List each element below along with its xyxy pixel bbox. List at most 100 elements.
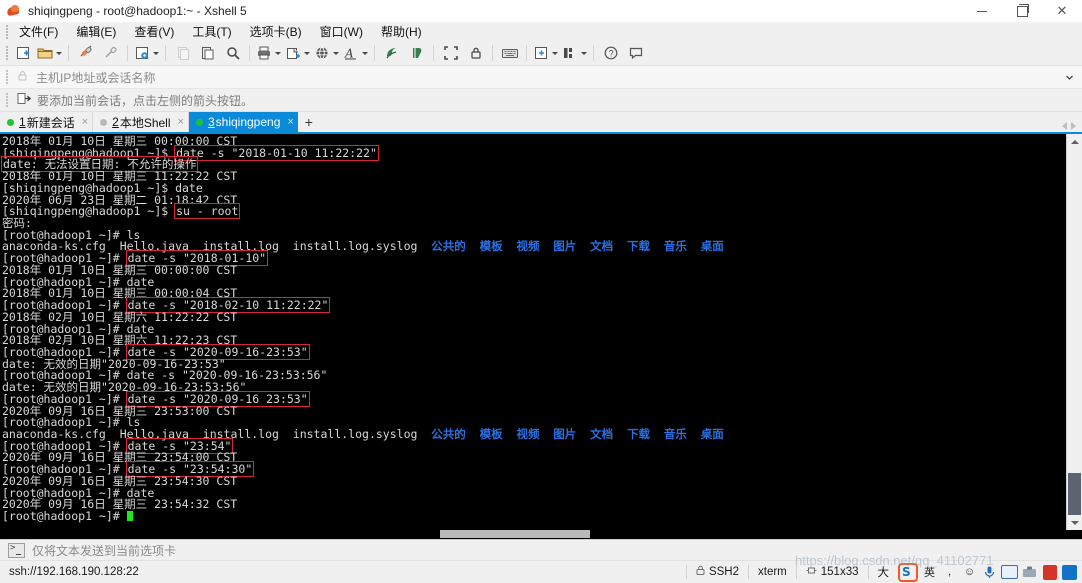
chevron-down-icon (333, 51, 339, 55)
tab-local-shell[interactable]: 2 本地Shell × (93, 112, 189, 132)
ime-skin-icon[interactable] (1041, 564, 1058, 581)
tab-label: 新建会话 (26, 115, 75, 130)
main-toolbar: A ? (0, 41, 1082, 65)
address-bar[interactable]: 主机IP地址或会话名称 (0, 65, 1082, 88)
menu-bar: 文件(F) 编辑(E) 查看(V) 工具(T) 选项卡(B) 窗口(W) 帮助(… (0, 23, 1082, 41)
menu-help[interactable]: 帮助(H) (372, 23, 431, 41)
xagent-icon[interactable] (404, 42, 429, 64)
scroll-down-icon[interactable] (1067, 515, 1082, 530)
tab-scroll-right-icon[interactable] (1071, 122, 1076, 130)
hint-text: 要添加当前会话，点击左侧的箭头按钮。 (37, 93, 254, 108)
close-button[interactable]: ✕ (1042, 0, 1082, 22)
xftp-icon[interactable] (379, 42, 404, 64)
toolbar-separator (433, 45, 434, 61)
terminal-line: 2020年 09月 16日 星期三 23:53:00 CST (2, 405, 1066, 418)
terminal-line: 2020年 09月 16日 星期三 23:54:32 CST (2, 498, 1066, 511)
terminal-line: [root@hadoop1 ~]# (2, 509, 1066, 523)
toolbar-grip[interactable] (3, 46, 10, 60)
hscrollbar-thumb[interactable] (440, 530, 590, 538)
tab-shiqingpeng[interactable]: 3 shiqingpeng × (188, 112, 298, 132)
toolbar-separator (593, 45, 594, 61)
send-bar-text: 仅将文本发送到当前选项卡 (32, 543, 177, 558)
disconnect-icon[interactable] (98, 42, 123, 64)
scrollbar-thumb[interactable] (1068, 473, 1081, 515)
chevron-down-icon (56, 51, 62, 55)
status-extra: 大 (877, 567, 890, 579)
lock-icon[interactable] (463, 42, 488, 64)
connection-url: ssh://192.168.190.128:22 (9, 566, 139, 578)
print-icon[interactable] (254, 42, 283, 64)
terminal-line: 2018年 01月 10日 星期三 00:00:00 CST (2, 264, 1066, 277)
send-to-tab-bar[interactable]: 仅将文本发送到当前选项卡 (0, 539, 1082, 560)
menu-window[interactable]: 窗口(W) (311, 23, 372, 41)
copy-paste-icon[interactable] (170, 42, 195, 64)
ime-voice-icon[interactable] (981, 564, 998, 581)
directory-names: 公共的 模板 视频 图片 文档 下载 音乐 桌面 (431, 239, 724, 254)
terminal-output[interactable]: 2018年 01月 10日 星期三 00:00:00 CST [shiqingpe… (0, 134, 1066, 530)
tab-status-dot (100, 118, 108, 126)
add-session-icon[interactable] (17, 92, 32, 108)
window-title: shiqingpeng - root@hadoop1:~ - Xshell 5 (28, 4, 247, 18)
open-folder-icon[interactable] (35, 42, 64, 64)
menu-view[interactable]: 查看(V) (125, 23, 183, 41)
paste-icon[interactable] (195, 42, 220, 64)
chevron-down-icon (275, 51, 281, 55)
close-icon[interactable]: × (178, 116, 184, 128)
tab-index: 1 (19, 115, 26, 129)
terminal-hscrollbar[interactable] (0, 530, 1082, 539)
minimize-button[interactable] (962, 0, 1002, 22)
chevron-down-icon (304, 51, 310, 55)
chevron-down-icon (362, 51, 368, 55)
title-bar: shiqingpeng - root@hadoop1:~ - Xshell 5 … (0, 0, 1082, 23)
scrollbar-track[interactable] (1067, 149, 1082, 515)
maximize-button[interactable] (1002, 0, 1042, 22)
menu-tabs[interactable]: 选项卡(B) (241, 23, 311, 41)
ime-emoji-icon[interactable]: ☺ (961, 564, 978, 581)
ime-keyboard-icon[interactable] (1001, 564, 1018, 581)
new-tab-button[interactable]: + (298, 112, 320, 132)
keyboard-icon[interactable] (497, 42, 522, 64)
help-icon[interactable]: ? (598, 42, 623, 64)
status-protocol-label: SSH2 (708, 566, 740, 578)
connect-icon[interactable] (73, 42, 98, 64)
address-input[interactable]: 主机IP地址或会话名称 (36, 69, 1060, 86)
toolbar-separator (526, 45, 527, 61)
close-icon[interactable]: × (287, 116, 293, 128)
tab-status-dot (7, 118, 14, 126)
chevron-down-icon (153, 51, 159, 55)
globe-icon[interactable] (312, 42, 341, 64)
font-icon[interactable]: A (341, 42, 370, 64)
arrange-icon[interactable] (560, 42, 589, 64)
session-properties-icon[interactable] (132, 42, 161, 64)
ime-lang-icon[interactable]: 英 (921, 564, 938, 581)
menu-tools[interactable]: 工具(T) (183, 23, 240, 41)
ime-toolbox-icon[interactable] (1021, 564, 1038, 581)
scroll-up-icon[interactable] (1067, 134, 1082, 149)
menu-file[interactable]: 文件(F) (10, 23, 67, 41)
ime-punct-icon[interactable]: , (941, 564, 958, 581)
find-icon[interactable] (220, 42, 245, 64)
fullscreen-icon[interactable] (438, 42, 463, 64)
status-size-label: 151x33 (820, 566, 859, 578)
address-bar-grip[interactable] (3, 70, 10, 84)
hint-bar-grip[interactable] (3, 93, 10, 107)
status-right-group: SSH2 xterm 151x33 大 S 英 , ☺ (685, 561, 1082, 583)
terminal-text: [root@hadoop1 ~]# (2, 509, 127, 523)
chevron-down-icon[interactable] (1060, 67, 1078, 87)
hint-bar: 要添加当前会话，点击左侧的箭头按钮。 (0, 88, 1082, 112)
tab-index: 3 (207, 115, 215, 129)
terminal-scrollbar[interactable] (1066, 134, 1082, 530)
sogou-ime-icon[interactable]: S (898, 562, 918, 582)
close-icon[interactable]: × (82, 116, 88, 128)
tab-new-session[interactable]: 1 新建会话 × (0, 112, 94, 132)
menu-grip[interactable] (3, 25, 10, 39)
status-bar: ssh://192.168.190.128:22 SSH2 xterm 151x… (0, 560, 1082, 583)
lock-icon (696, 565, 705, 579)
comment-icon[interactable] (623, 42, 648, 64)
new-session-icon[interactable] (10, 42, 35, 64)
tab-scroll-left-icon[interactable] (1062, 122, 1067, 130)
menu-edit[interactable]: 编辑(E) (67, 23, 125, 41)
ime-more-icon[interactable] (1061, 564, 1078, 581)
transfer-icon[interactable] (283, 42, 312, 64)
add-layout-icon[interactable] (531, 42, 560, 64)
